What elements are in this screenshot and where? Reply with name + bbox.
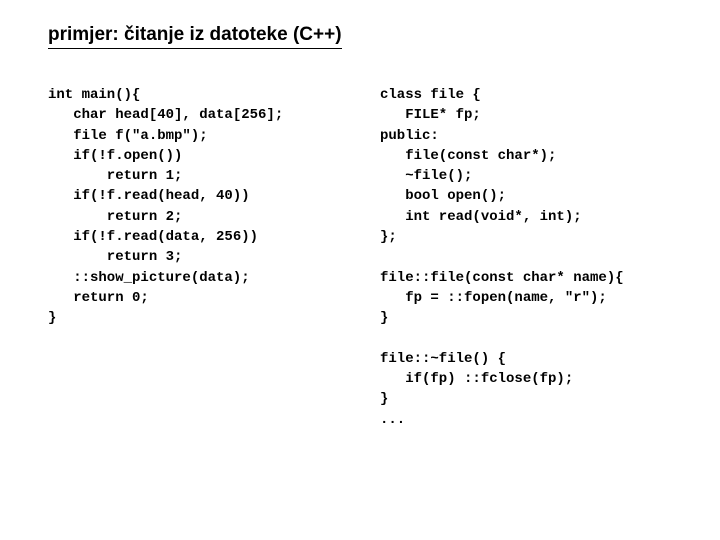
code-block-right: class file { FILE* fp; public: file(cons…: [380, 85, 672, 430]
code-columns: int main(){ char head[40], data[256]; fi…: [48, 85, 672, 430]
left-column: int main(){ char head[40], data[256]; fi…: [48, 85, 340, 430]
slide-title: primjer: čitanje iz datoteke (C++): [48, 24, 342, 49]
code-block-left: int main(){ char head[40], data[256]; fi…: [48, 85, 340, 329]
right-column: class file { FILE* fp; public: file(cons…: [380, 85, 672, 430]
slide: primjer: čitanje iz datoteke (C++) int m…: [0, 0, 720, 430]
